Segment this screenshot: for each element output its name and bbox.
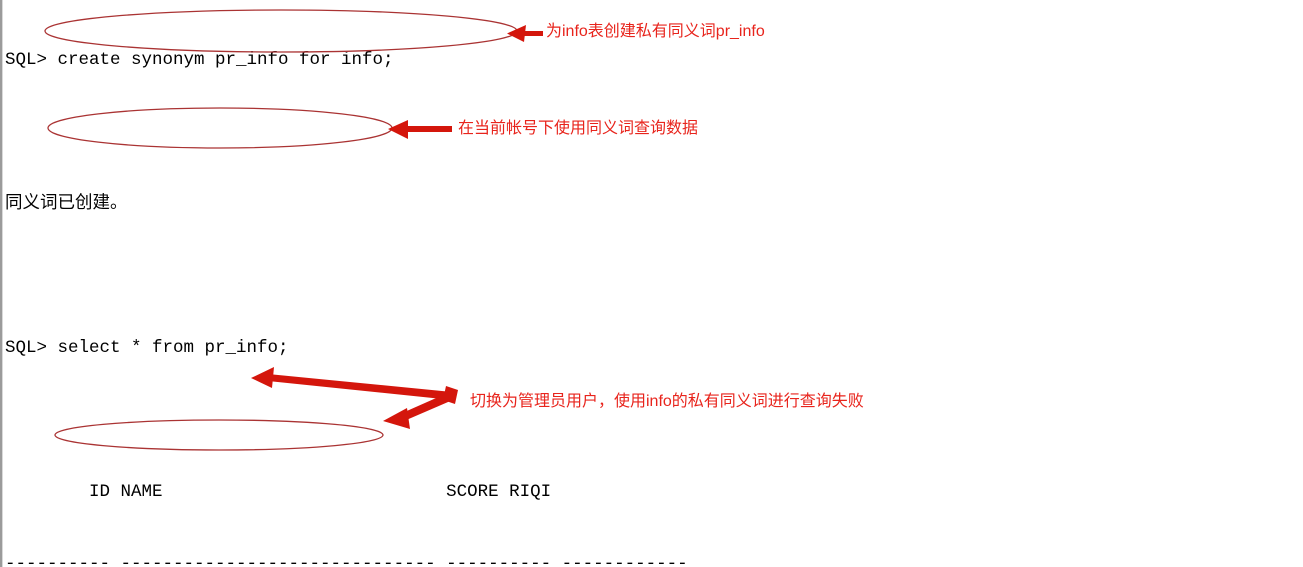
terminal-line-table-rule: ---------- -----------------------------…: [5, 554, 688, 567]
terminal-line-table-header: ID NAME SCORE RIQI: [5, 482, 552, 502]
terminal-line: SQL> select * from pr_info;: [5, 338, 289, 358]
terminal-output: SQL> create synonym pr_info for info; 同义…: [5, 0, 1005, 567]
sqlplus-console-screenshot: SQL> create synonym pr_info for info; 同义…: [0, 0, 1303, 567]
annotation-note-1: 为info表创建私有同义词pr_info: [546, 23, 765, 40]
terminal-line: SQL> create synonym pr_info for info;: [5, 50, 394, 70]
terminal-line: 同义词已创建。: [5, 194, 128, 214]
annotation-note-2: 在当前帐号下使用同义词查询数据: [458, 120, 699, 137]
window-left-border-highlight: [2, 0, 3, 567]
annotation-note-3: 切换为管理员用户，使用info的私有同义词进行查询失败: [470, 393, 864, 410]
